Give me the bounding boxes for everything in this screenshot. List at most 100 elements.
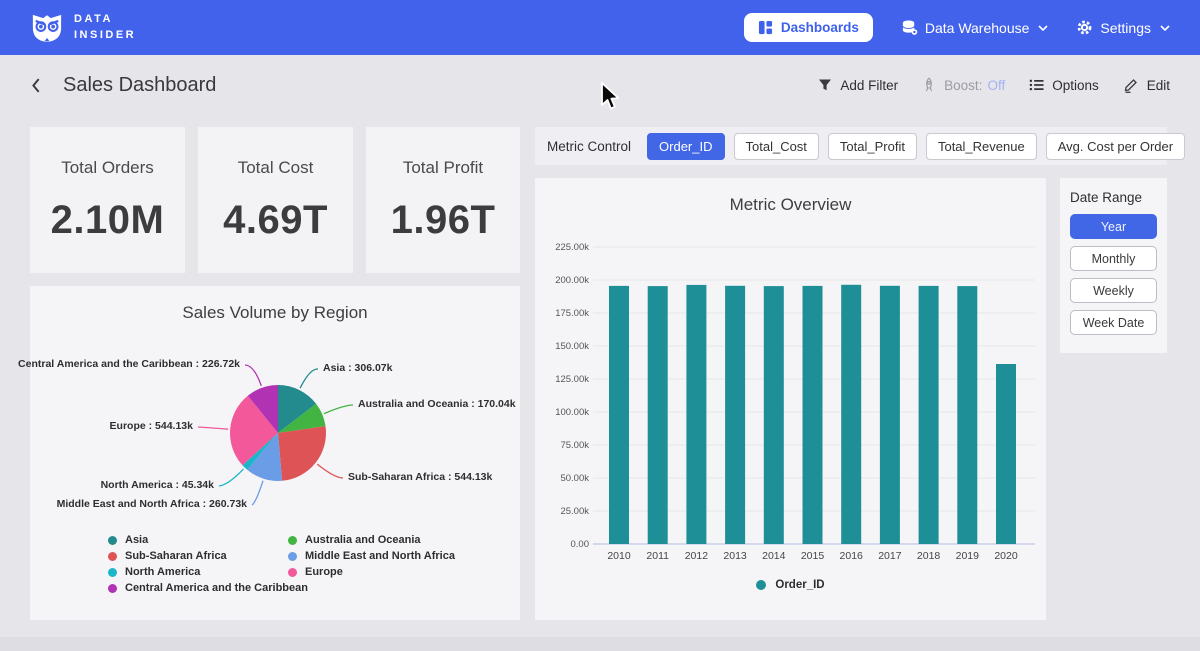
pie-chart-panel: Sales Volume by Region Asia : 306.07kAus…: [30, 286, 520, 620]
legend-label: Asia: [125, 534, 148, 546]
metric-control-label: Metric Control: [547, 139, 631, 154]
nav-dashboards-button[interactable]: Dashboards: [744, 13, 873, 42]
x-axis-tick: 2016: [840, 550, 864, 562]
bar-2011[interactable]: [648, 286, 668, 544]
y-axis-tick: 75.00k: [560, 440, 589, 451]
bar-legend-label: Order_ID: [775, 579, 824, 591]
pie-legend-item-middle-east-and-north-africa[interactable]: Middle East and North Africa: [288, 548, 455, 564]
y-axis-tick: 100.00k: [555, 407, 589, 418]
date-range-option-year[interactable]: Year: [1070, 214, 1157, 239]
back-chevron-icon: [30, 77, 41, 94]
y-axis-tick: 125.00k: [555, 374, 589, 385]
date-range-option-weekly[interactable]: Weekly: [1070, 278, 1157, 303]
brand-name: DATA INSIDER: [74, 12, 136, 44]
pie-legend-item-australia-and-oceania[interactable]: Australia and Oceania: [288, 532, 455, 548]
pie-label-central-america-and-the-caribbean: Central America and the Caribbean : 226.…: [18, 358, 240, 371]
legend-dot: [108, 568, 117, 577]
y-axis-tick: 0.00: [571, 539, 590, 550]
bar-2013[interactable]: [725, 286, 745, 544]
legend-label: Sub-Saharan Africa: [125, 550, 227, 562]
metric-option-total-profit[interactable]: Total_Profit: [828, 133, 917, 160]
kpi-card-total-cost: Total Cost 4.69T: [198, 127, 353, 273]
legend-label: Europe: [305, 566, 343, 578]
chevron-down-icon: [1038, 25, 1048, 31]
pie-label-australia-and-oceania: Australia and Oceania : 170.04k: [358, 398, 516, 411]
kpi-card-total-profit: Total Profit 1.96T: [366, 127, 520, 273]
legend-dot: [108, 536, 117, 545]
back-button[interactable]: [30, 77, 41, 94]
bar-2015[interactable]: [803, 286, 823, 544]
x-axis-tick: 2019: [956, 550, 980, 562]
edit-button[interactable]: Edit: [1123, 77, 1170, 93]
pie-leader-line: [198, 427, 228, 429]
boost-state: Off: [987, 78, 1005, 93]
date-range-option-week-date[interactable]: Week Date: [1070, 310, 1157, 335]
metric-control-bar: Metric Control Order_ID Total_Cost Total_P…: [535, 127, 1167, 165]
bar-chart-legend: Order_ID: [535, 579, 1046, 591]
database-icon: [901, 19, 918, 36]
pie-leader-line: [219, 469, 243, 486]
bar-2010[interactable]: [609, 286, 629, 544]
metric-option-order-id[interactable]: Order_ID: [647, 133, 724, 160]
pencil-edit-icon: [1123, 77, 1139, 93]
y-axis-tick: 25.00k: [560, 506, 589, 517]
bottom-strip: [0, 637, 1200, 651]
y-axis-tick: 225.00k: [555, 242, 589, 253]
legend-dot: [288, 568, 297, 577]
options-button[interactable]: Options: [1029, 78, 1099, 93]
pie-leader-line: [300, 369, 318, 388]
metric-option-avg-cost-per-order[interactable]: Avg. Cost per Order: [1046, 133, 1185, 160]
pie-label-sub-saharan-africa: Sub-Saharan Africa : 544.13k: [348, 471, 492, 484]
nav-data-warehouse[interactable]: Data Warehouse: [901, 19, 1049, 36]
date-range-option-monthly[interactable]: Monthly: [1070, 246, 1157, 271]
legend-label: Middle East and North Africa: [305, 550, 455, 562]
pie-legend-item-europe[interactable]: Europe: [288, 564, 455, 580]
kpi-card-total-orders: Total Orders 2.10M: [30, 127, 185, 273]
kpi-value: 4.69T: [223, 198, 328, 243]
boost-toggle[interactable]: Boost: Off: [922, 77, 1005, 93]
pie-legend-item-sub-saharan-africa[interactable]: Sub-Saharan Africa: [108, 548, 308, 564]
dashboard-grid-icon: [758, 20, 773, 35]
sales-dashboard-page: DATA INSIDER Dashboards: [0, 0, 1200, 651]
rocket-icon: [922, 77, 936, 93]
kpi-value: 2.10M: [51, 198, 165, 243]
bar-2019[interactable]: [957, 286, 977, 544]
pie-legend-item-asia[interactable]: Asia: [108, 532, 308, 548]
bar-2014[interactable]: [764, 286, 784, 544]
legend-label: Australia and Oceania: [305, 534, 421, 546]
bar-2020[interactable]: [996, 364, 1016, 544]
legend-label: North America: [125, 566, 200, 578]
bar-2016[interactable]: [841, 285, 861, 544]
y-axis-tick: 175.00k: [555, 308, 589, 319]
x-axis-tick: 2015: [801, 550, 825, 562]
y-axis-tick: 200.00k: [555, 275, 589, 286]
nav-settings[interactable]: Settings: [1076, 19, 1170, 36]
y-axis-tick: 150.00k: [555, 341, 589, 352]
kpi-value: 1.96T: [391, 198, 496, 243]
pie-leader-line: [252, 481, 263, 505]
pie-legend-item-central-america-and-the-caribbean[interactable]: Central America and the Caribbean: [108, 580, 308, 596]
metric-option-total-cost[interactable]: Total_Cost: [734, 133, 819, 160]
bar-2018[interactable]: [919, 286, 939, 544]
x-axis-tick: 2013: [723, 550, 747, 562]
x-axis-tick: 2012: [685, 550, 709, 562]
pie-label-middle-east-and-north-africa: Middle East and North Africa : 260.73k: [57, 498, 247, 511]
pie-legend-item-north-america[interactable]: North America: [108, 564, 308, 580]
filter-funnel-icon: [818, 78, 832, 92]
pie-leader-line: [245, 365, 261, 386]
bar-2012[interactable]: [686, 285, 706, 544]
add-filter-button[interactable]: Add Filter: [818, 78, 898, 93]
legend-dot: [288, 552, 297, 561]
bar-chart[interactable]: 0.0025.00k50.00k75.00k100.00k125.00k150.…: [535, 178, 1046, 620]
pie-leader-line: [317, 464, 343, 478]
kpi-label: Total Profit: [403, 158, 483, 178]
gear-icon: [1076, 19, 1093, 36]
metric-option-total-revenue[interactable]: Total_Revenue: [926, 133, 1037, 160]
pie-slice-sub-saharan-africa[interactable]: [278, 426, 326, 481]
bar-2017[interactable]: [880, 286, 900, 544]
metric-control-buttons: Order_ID Total_Cost Total_Profit Total_Reve…: [647, 133, 1185, 160]
header-actions: Add Filter Boost: Off Options: [818, 77, 1170, 93]
x-axis-tick: 2018: [917, 550, 941, 562]
page-header: Sales Dashboard Add Filter Boost: Off: [0, 55, 1200, 115]
x-axis-tick: 2011: [646, 550, 669, 562]
